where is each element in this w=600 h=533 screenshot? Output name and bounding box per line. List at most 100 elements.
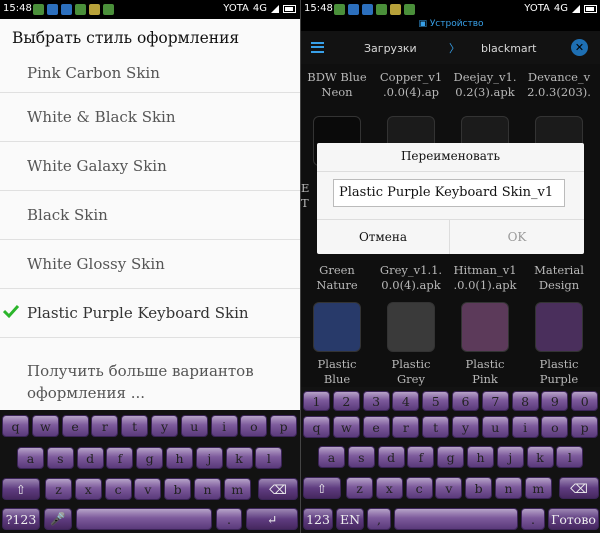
key-w[interactable]: w bbox=[31, 415, 59, 437]
file-thumbnail[interactable] bbox=[461, 302, 509, 352]
symbols-key[interactable]: ?123 bbox=[2, 508, 40, 530]
file-thumbnail[interactable] bbox=[313, 302, 361, 352]
key-d[interactable]: d bbox=[76, 447, 104, 469]
key-m[interactable]: m bbox=[223, 478, 251, 500]
key-2[interactable]: 2 bbox=[332, 391, 360, 411]
file-item-label[interactable]: Material Design bbox=[523, 263, 595, 293]
key-w[interactable]: w bbox=[332, 416, 360, 438]
key-r[interactable]: r bbox=[392, 416, 420, 438]
key-j[interactable]: j bbox=[496, 446, 524, 468]
key-m[interactable]: m bbox=[524, 477, 552, 499]
key-1[interactable]: 1 bbox=[303, 391, 330, 411]
key-b[interactable]: b bbox=[164, 478, 192, 500]
key-p[interactable]: p bbox=[571, 416, 599, 438]
key-g[interactable]: g bbox=[437, 446, 465, 468]
file-item-label[interactable]: Plastic Purple bbox=[523, 357, 595, 387]
get-more-skins-link[interactable]: Получить больше вариантов оформления ... bbox=[27, 360, 254, 404]
ok-button[interactable]: OK bbox=[450, 219, 584, 254]
key-n[interactable]: n bbox=[495, 477, 522, 499]
key-g[interactable]: g bbox=[136, 447, 164, 469]
file-item-label[interactable]: Hitman_v1.0.0(1).apk bbox=[449, 263, 521, 293]
key-l[interactable]: l bbox=[556, 446, 584, 468]
key-u[interactable]: u bbox=[180, 415, 208, 437]
key-t[interactable]: t bbox=[121, 415, 149, 437]
key-f[interactable]: f bbox=[106, 447, 134, 469]
key-s[interactable]: s bbox=[46, 447, 74, 469]
key-9[interactable]: 9 bbox=[541, 391, 569, 411]
breadcrumb-blackmart[interactable]: blackmart bbox=[481, 42, 537, 55]
file-item-label[interactable]: Plastic Blue bbox=[301, 357, 373, 387]
file-item-label[interactable]: Deejay_v1. 0.2(3).apk bbox=[449, 70, 521, 100]
skin-option-selected[interactable]: Plastic Purple Keyboard Skin bbox=[0, 289, 300, 338]
file-item-label[interactable]: Grey_v1.1. 0.0(4).apk bbox=[375, 263, 447, 293]
space-key[interactable] bbox=[394, 508, 518, 530]
key-5[interactable]: 5 bbox=[422, 391, 450, 411]
key-8[interactable]: 8 bbox=[511, 391, 539, 411]
key-q[interactable]: q bbox=[2, 415, 29, 437]
key-a[interactable]: a bbox=[318, 446, 345, 468]
key-i[interactable]: i bbox=[210, 415, 238, 437]
key-x[interactable]: x bbox=[375, 477, 403, 499]
file-item-label[interactable]: Copper_v1.0.0(4).ap bbox=[375, 70, 447, 100]
key-3[interactable]: 3 bbox=[362, 391, 390, 411]
file-item-label[interactable]: Plastic Pink bbox=[449, 357, 521, 387]
key-v[interactable]: v bbox=[435, 477, 463, 499]
key-y[interactable]: y bbox=[452, 416, 479, 438]
key-y[interactable]: y bbox=[151, 415, 178, 437]
key-c[interactable]: c bbox=[405, 477, 433, 499]
key-dot[interactable]: . bbox=[521, 508, 545, 530]
key-e[interactable]: e bbox=[61, 415, 89, 437]
key-n[interactable]: n bbox=[194, 478, 221, 500]
key-k[interactable]: k bbox=[526, 446, 554, 468]
key-comma[interactable]: , bbox=[367, 508, 391, 530]
file-item-label[interactable]: Devance_v 2.0.3(203). bbox=[523, 70, 595, 100]
key-r[interactable]: r bbox=[91, 415, 119, 437]
key-e[interactable]: e bbox=[362, 416, 390, 438]
cancel-button[interactable]: Отмена bbox=[317, 219, 450, 254]
skin-option[interactable]: White Galaxy Skin bbox=[0, 142, 300, 191]
file-item-label[interactable]: Green Nature bbox=[301, 263, 373, 293]
key-k[interactable]: k bbox=[225, 447, 253, 469]
key-4[interactable]: 4 bbox=[392, 391, 420, 411]
key-x[interactable]: x bbox=[74, 478, 102, 500]
skin-option[interactable]: White & Black Skin bbox=[0, 93, 300, 142]
backspace-key[interactable]: ⌫ bbox=[258, 478, 298, 500]
key-v[interactable]: v bbox=[134, 478, 162, 500]
skin-option[interactable]: White Glossy Skin bbox=[0, 240, 300, 289]
space-key[interactable] bbox=[76, 508, 212, 530]
shift-key[interactable]: ⇧ bbox=[303, 477, 341, 499]
key-h[interactable]: h bbox=[166, 447, 193, 469]
key-i[interactable]: i bbox=[511, 416, 539, 438]
key-7[interactable]: 7 bbox=[481, 391, 509, 411]
menu-icon[interactable] bbox=[311, 42, 324, 53]
key-u[interactable]: u bbox=[481, 416, 509, 438]
backspace-key[interactable]: ⌫ bbox=[559, 477, 599, 499]
microphone-key[interactable]: 🎤 bbox=[44, 508, 72, 530]
key-z[interactable]: z bbox=[346, 477, 373, 499]
close-icon[interactable]: ✕ bbox=[571, 39, 588, 56]
tab-device[interactable]: ▣ Устройство bbox=[301, 19, 600, 31]
key-b[interactable]: b bbox=[465, 477, 493, 499]
breadcrumb-downloads[interactable]: Загрузки bbox=[364, 42, 417, 55]
key-q[interactable]: q bbox=[303, 416, 330, 438]
key-a[interactable]: a bbox=[17, 447, 44, 469]
file-item-label[interactable]: BDW Blue Neon bbox=[301, 70, 373, 100]
enter-key[interactable]: ↵ bbox=[246, 508, 298, 530]
file-thumbnail[interactable] bbox=[535, 302, 583, 352]
done-key[interactable]: Готово bbox=[548, 508, 599, 530]
key-0[interactable]: 0 bbox=[571, 391, 599, 411]
key-z[interactable]: z bbox=[45, 478, 72, 500]
symbols-key[interactable]: 123 bbox=[303, 508, 333, 530]
key-j[interactable]: j bbox=[195, 447, 223, 469]
shift-key[interactable]: ⇧ bbox=[2, 478, 40, 500]
key-h[interactable]: h bbox=[467, 446, 494, 468]
key-t[interactable]: t bbox=[422, 416, 450, 438]
key-dot[interactable]: . bbox=[216, 508, 242, 530]
skin-option[interactable]: Pink Carbon Skin bbox=[0, 56, 300, 93]
language-key[interactable]: EN bbox=[336, 508, 364, 530]
skin-option[interactable]: Black Skin bbox=[0, 191, 300, 240]
file-item-label[interactable]: Plastic Grey bbox=[375, 357, 447, 387]
key-d[interactable]: d bbox=[377, 446, 405, 468]
rename-input[interactable]: Plastic Purple Keyboard Skin_v1 bbox=[333, 179, 565, 207]
key-p[interactable]: p bbox=[270, 415, 298, 437]
